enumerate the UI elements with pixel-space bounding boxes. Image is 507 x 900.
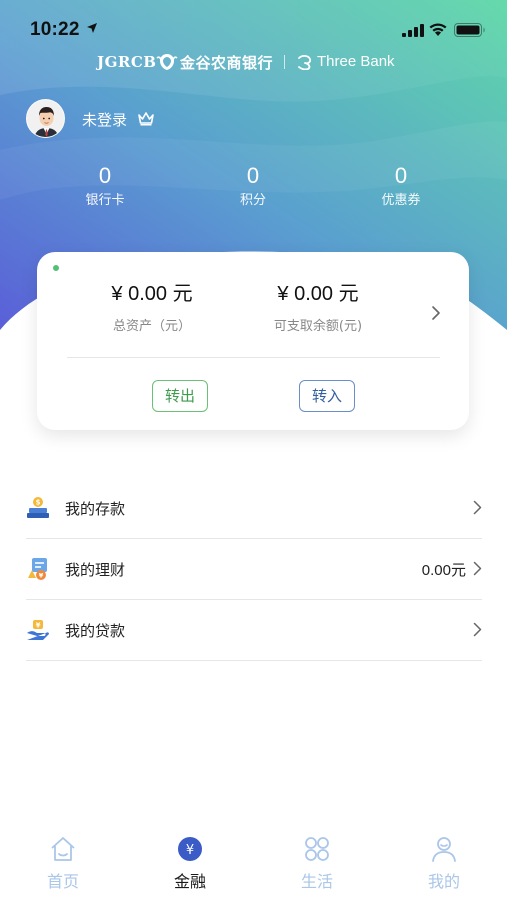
wealth-icon: ¥ xyxy=(28,558,47,580)
stat-label: 银行卡 xyxy=(85,193,125,208)
profile-icon xyxy=(432,837,456,862)
tab-label: 首页 xyxy=(46,872,79,891)
brand-abbreviation: JGRCB xyxy=(97,53,157,71)
wifi-icon xyxy=(429,23,447,36)
chevron-right-icon xyxy=(473,622,482,637)
menu-item-label: 我的理财 xyxy=(65,561,126,579)
total-assets-label: 总资产（元） xyxy=(112,319,191,334)
tab-life[interactable]: 生活 xyxy=(267,828,367,892)
total-assets: ¥ 0.00 元 总资产（元） xyxy=(67,282,237,336)
deposit-icon: $ xyxy=(27,497,49,518)
svg-text:$: $ xyxy=(36,499,41,507)
svg-text:¥: ¥ xyxy=(186,843,194,858)
stat-value: 0 xyxy=(394,163,408,188)
svg-text:¥: ¥ xyxy=(36,622,41,630)
stat-bank-cards[interactable]: 0 银行卡 xyxy=(55,163,155,211)
stat-points[interactable]: 0 积分 xyxy=(203,163,303,211)
chevron-right-icon xyxy=(473,561,482,576)
brand-separator xyxy=(284,55,285,69)
tab-label: 金融 xyxy=(173,872,206,891)
avatar[interactable] xyxy=(26,99,65,138)
menu-item-label: 我的存款 xyxy=(65,500,126,518)
transfer-out-button[interactable]: 转出 xyxy=(152,380,208,412)
menu-item-deposits[interactable]: $ 我的存款 xyxy=(26,478,482,539)
stat-value: 0 xyxy=(98,163,112,188)
stat-label: 积分 xyxy=(239,193,266,208)
stat-coupons[interactable]: 0 优惠券 xyxy=(351,163,451,211)
menu-item-wealth[interactable]: ¥ 我的理财 0.00元 xyxy=(26,539,482,600)
tab-home[interactable]: 首页 xyxy=(13,828,113,892)
transfer-in-button[interactable]: 转入 xyxy=(299,380,355,412)
available-balance: ¥ 0.00 元 可支取余额(元) xyxy=(233,282,403,336)
finance-screen: 10:22 JGRCB 金谷农商银行 Three Bank 未登录 0 银行卡 … xyxy=(0,0,507,900)
yuan-icon: ¥ xyxy=(178,837,202,861)
total-assets-value: ¥ 0.00 元 xyxy=(111,283,193,305)
available-balance-value: ¥ 0.00 元 xyxy=(277,283,359,305)
home-icon xyxy=(51,837,75,861)
asset-card[interactable]: ¥ 0.00 元 总资产（元） ¥ 0.00 元 可支取余额(元) 转出 转入 xyxy=(37,252,469,430)
chevron-right-icon[interactable] xyxy=(431,305,441,321)
status-dot xyxy=(53,265,59,271)
tab-label: 生活 xyxy=(300,872,333,891)
tab-profile[interactable]: 我的 xyxy=(394,828,494,892)
stat-label: 优惠券 xyxy=(381,193,421,208)
bank-brand: JGRCB 金谷农商银行 Three Bank xyxy=(0,52,507,74)
bottom-tab-bar: 首页 ¥ 金融 生活 我的 xyxy=(0,828,507,900)
grid-icon xyxy=(305,837,329,861)
user-login-status[interactable]: 未登录 xyxy=(82,109,127,130)
menu-item-label: 我的贷款 xyxy=(65,622,126,640)
tab-finance[interactable]: ¥ 金融 xyxy=(140,828,240,892)
loan-icon: ¥ xyxy=(27,620,49,640)
status-time: 10:22 xyxy=(30,19,80,40)
bank-logo-icon xyxy=(156,54,178,70)
status-bar: 10:22 xyxy=(0,0,507,60)
brand-chinese-name: 金谷农商银行 xyxy=(180,54,274,72)
finance-menu: $ 我的存款 ¥ 我的理财 0.00元 ¥ 我的贷款 xyxy=(26,478,482,661)
tab-label: 我的 xyxy=(427,872,460,891)
location-arrow-icon xyxy=(87,23,97,33)
svg-text:¥: ¥ xyxy=(39,572,44,580)
signal-icon xyxy=(402,24,424,37)
available-balance-label: 可支取余额(元) xyxy=(273,319,363,334)
menu-item-loans[interactable]: ¥ 我的贷款 xyxy=(26,600,482,661)
card-divider xyxy=(67,357,440,358)
battery-icon xyxy=(454,23,485,37)
chevron-right-icon xyxy=(473,500,482,515)
account-stats: 0 银行卡 0 积分 0 优惠券 xyxy=(0,163,507,213)
menu-item-value: 0.00元 xyxy=(421,562,466,579)
brand-english-name: Three Bank xyxy=(317,53,395,70)
stat-value: 0 xyxy=(246,163,260,188)
three-bank-logo-icon xyxy=(298,54,312,70)
crown-icon xyxy=(138,112,154,126)
